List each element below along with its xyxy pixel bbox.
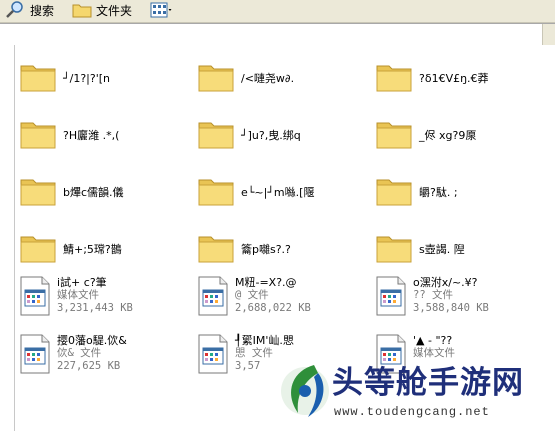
folder-item[interactable]: ┘/1?|?'[n [19,60,110,94]
folder-item[interactable]: ┘]u?,曳.绑q [197,117,301,151]
item-size: 3,588,840 KB [413,302,489,314]
item-name: 皭?駄. ; [419,186,458,199]
views-icon [150,2,172,18]
folder-item[interactable]: s壺謁. 隉 [375,231,465,265]
item-text: /<嗹尧w∂. [241,72,294,85]
watermark-title: 头等舱手游网 [332,365,524,401]
item-text: o潶泭x/~.¥??? 文件 3,588,840 KB [413,276,489,315]
item-type: 佽& 文件 [57,347,102,359]
folder-icon [20,179,56,206]
item-name: e└~|┘m噝.[隁 [241,186,315,199]
item-name: 鯖+;5瑺?鵲 [63,243,122,256]
folder-item[interactable]: b熚c儒韻.儀 [19,174,124,208]
folders-button[interactable]: 文件夹 [72,0,132,20]
folder-icon [20,122,56,149]
item-text: s壺謁. 隉 [419,243,465,256]
folder-item[interactable]: 鯖+;5瑺?鵲 [19,231,122,265]
folder-icon [198,236,234,263]
item-name: /<嗹尧w∂. [241,72,295,85]
folders-label: 文件夹 [96,3,133,18]
folder-icon [376,65,412,92]
item-text: 鯖+;5瑺?鵲 [63,243,122,256]
media-file-icon [376,276,406,316]
search-button[interactable]: 搜索 [4,0,54,20]
folder-item[interactable]: ?H廲潍 .*,( [19,117,119,151]
item-text: 籥p囃s?.? [241,243,291,256]
address-dropdown-button[interactable] [542,24,555,45]
item-name: s壺謁. 隉 [419,243,465,256]
media-file-icon [198,334,228,374]
item-name: 籥p囃s?.? [241,243,291,256]
item-name: o潶泭x/~.¥? [413,276,478,289]
folder-item[interactable]: /<嗹尧w∂. [197,60,294,94]
file-item[interactable]: o潶泭x/~.¥??? 文件 3,588,840 KB [375,276,489,316]
item-name: _侭 xg?9厡 [419,129,477,142]
item-name: ┘/1?|?'[n [63,72,110,85]
folder-icon [198,122,234,149]
item-type: @ 文件 [235,289,269,301]
item-text: ?δ1€V£ŋ.€莽 [419,72,489,85]
item-text: b熚c儒韻.儀 [63,186,124,199]
search-label: 搜索 [30,3,55,18]
media-file-icon [20,276,50,316]
toolbar: 搜索 文件夹 [0,0,555,23]
item-text: ┘/1?|?'[n [63,72,110,85]
item-name: M粈-=X?.@ [235,276,297,289]
item-name: ┘]u?,曳.绑q [241,129,301,142]
folder-icon [20,236,56,263]
folder-icon [198,179,234,206]
item-text: e└~|┘m噝.[隁 [241,186,314,199]
file-item[interactable]: 撄0藩o騠.佽& 佽& 文件 227,625 KB [19,334,127,374]
search-icon [6,1,23,18]
media-file-icon [20,334,50,374]
folders-icon [72,4,92,18]
item-text: 皭?駄. ; [419,186,458,199]
item-name: '▲ - "?? [413,334,453,347]
item-text: M粈-=X?.@ @ 文件 2,688,022 KB [235,276,311,315]
folder-icon [198,65,234,92]
item-type: 媒体文件 [57,289,99,301]
item-text: ?H廲潍 .*,( [63,129,119,142]
item-text: i試+ c?筆 媒体文件 3,231,443 KB [57,276,133,315]
item-name: i試+ c?筆 [57,276,107,289]
file-item[interactable]: i試+ c?筆 媒体文件 3,231,443 KB [19,276,133,316]
media-file-icon [198,276,228,316]
watermark-url: www.toudengcang.net [334,405,490,419]
views-button[interactable] [150,0,172,20]
folder-icon [376,179,412,206]
folder-item[interactable]: 籥p囃s?.? [197,231,291,265]
folder-item[interactable]: e└~|┘m噝.[隁 [197,174,314,208]
item-size: 2,688,022 KB [235,302,311,314]
item-name: ┦綤IM'屾.愳 [235,334,294,347]
folder-icon [376,122,412,149]
item-name: 撄0藩o騠.佽& [57,334,127,347]
item-type: ?? 文件 [413,289,453,301]
watermark-logo-icon [281,365,329,417]
folder-item[interactable]: 皭?駄. ; [375,174,458,208]
folder-icon [20,65,56,92]
address-bar[interactable] [0,23,555,46]
item-text: _侭 xg?9厡 [419,129,476,142]
pane-divider [14,45,15,431]
item-text: ┘]u?,曳.绑q [241,129,301,142]
folder-item[interactable]: _侭 xg?9厡 [375,117,476,151]
folder-item[interactable]: ?δ1€V£ŋ.€莽 [375,60,489,94]
folder-icon [376,236,412,263]
item-size: 227,625 KB [57,360,121,372]
watermark: 头等舱手游网 www.toudengcang.net [272,353,555,431]
item-name: ?δ1€V£ŋ.€莽 [419,72,489,85]
file-item[interactable]: M粈-=X?.@ @ 文件 2,688,022 KB [197,276,311,316]
item-size: 3,231,443 KB [57,302,133,314]
item-name: b熚c儒韻.儀 [63,186,124,199]
item-name: ?H廲潍 .*,( [63,129,120,142]
item-text: 撄0藩o騠.佽& 佽& 文件 227,625 KB [57,334,127,373]
